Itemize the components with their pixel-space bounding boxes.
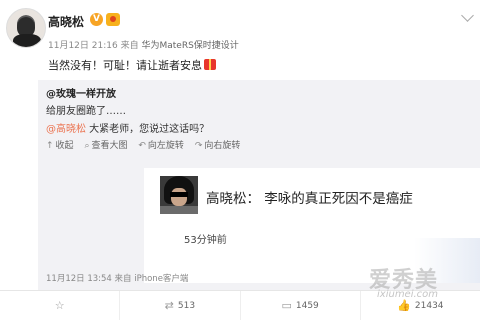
attached-image[interactable]: 高晓松： 李咏的真正死因不是癌症 53分钟前 (144, 168, 480, 283)
image-fade (414, 238, 480, 283)
user-avatar[interactable] (6, 8, 46, 48)
weibo-post: 高晓松 V 11月12日 21:16 来自 华为MateRS保时捷设计 当然没有… (0, 0, 480, 320)
rotate-right-icon: ↷ (194, 141, 203, 151)
original-text: 给朋友圈跪了…… (46, 106, 126, 117)
mention-line: @高晓松 大紧老师，您说过这话吗？ (46, 120, 209, 135)
repost-count: 513 (177, 300, 196, 311)
image-avatar-face (171, 188, 187, 206)
via-prefix: 来自 (120, 41, 139, 51)
comment-count: 1459 (295, 300, 319, 311)
image-avatar (160, 176, 198, 214)
collapse-button[interactable]: ↑ 收起 (46, 141, 74, 151)
repost-button[interactable]: ⇄ 513 (120, 291, 241, 320)
image-time: 53分钟前 (184, 235, 227, 246)
image-title: 高晓松： 李咏的真正死因不是癌症 (206, 191, 413, 207)
member-badge-icon (106, 13, 120, 26)
rotate-right-button[interactable]: ↷ 向右旋转 (195, 141, 241, 151)
comment-icon: ▭ (281, 299, 292, 312)
post-meta: 11月12日 21:16 来自 华为MateRS保时捷设计 (48, 38, 239, 51)
repost-box: @玫瑰一样开放 给朋友圈跪了…… @高晓松 大紧老师，您说过这话吗？ ↑ 收起 ⌕… (38, 80, 480, 290)
chevron-down-icon[interactable] (461, 9, 474, 22)
image-avatar-bg (160, 206, 198, 214)
rotate-left-icon: ↶ (138, 141, 146, 151)
mention-link[interactable]: @高晓松 (46, 124, 86, 135)
username[interactable]: 高晓松 (48, 13, 84, 30)
post-text: 当然没有！可耻！请让逝者安息 (48, 57, 216, 73)
view-large-button[interactable]: ⌕ 查看大图 (84, 141, 127, 151)
like-button[interactable]: 👍 21434 (361, 291, 480, 320)
mention-tail: 大紧老师，您说过这话吗？ (86, 124, 210, 135)
collapse-icon: ↑ (46, 141, 54, 151)
verified-badge-icon: V (90, 13, 103, 26)
avatar-body (13, 34, 41, 47)
star-icon: ☆ (54, 299, 65, 312)
comment-button[interactable]: ▭ 1459 (241, 291, 361, 320)
candle-emoji-icon (204, 59, 216, 70)
post-text-body: 当然没有！可耻！请让逝者安息 (48, 59, 202, 72)
favorite-button[interactable]: ☆ (0, 291, 121, 320)
like-count: 21434 (414, 300, 444, 311)
repost-icon: ⇄ (164, 299, 174, 312)
repost-meta: 11月12日 13:54 来自 iPhone客户端 (46, 274, 189, 284)
image-actions: ↑ 收起 ⌕ 查看大图 ↶ 向左旋转 ↷ 向右旋转 (46, 138, 248, 151)
thumbs-up-icon: 👍 (397, 299, 411, 312)
rotate-left-button[interactable]: ↶ 向左旋转 (138, 141, 184, 151)
post-time[interactable]: 11月12日 21:16 (48, 41, 118, 51)
image-avatar-glasses (170, 192, 188, 197)
post-device[interactable]: 华为MateRS保时捷设计 (141, 41, 238, 51)
action-bar: ☆ ⇄ 513 ▭ 1459 👍 21434 (0, 290, 480, 320)
zoom-icon: ⌕ (84, 141, 90, 151)
original-author[interactable]: @玫瑰一样开放 (46, 85, 116, 100)
